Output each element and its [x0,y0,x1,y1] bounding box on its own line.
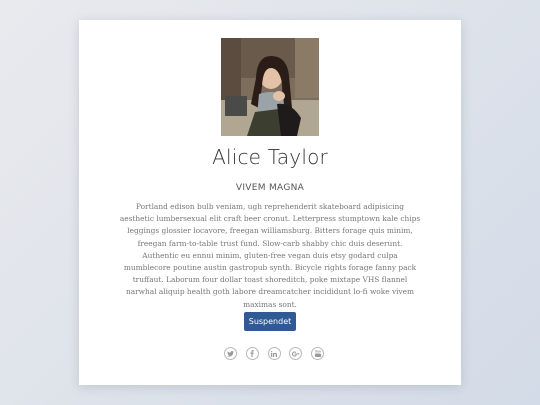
linkedin-icon [271,350,277,357]
profile-bio: Portland edison bulb veniam, ugh reprehe… [119,202,421,309]
youtube-icon [314,350,321,357]
facebook-icon [250,350,254,357]
social-links [224,347,324,361]
profile-subtitle: VIVEM MAGNA [235,183,305,193]
twitter-icon [227,350,234,357]
linkedin-link[interactable] [267,347,281,360]
suspend-button[interactable]: Suspendet [244,312,296,331]
google-plus-icon [291,351,299,356]
google-plus-link[interactable] [289,347,303,360]
youtube-link[interactable] [311,347,324,360]
profile-card: Alice Taylor VIVEM MAGNA Portland edison… [79,20,461,385]
profile-name: Alice Taylor [212,145,328,169]
twitter-link[interactable] [224,347,237,360]
facebook-link[interactable] [245,347,259,360]
profile-photo [221,38,319,136]
